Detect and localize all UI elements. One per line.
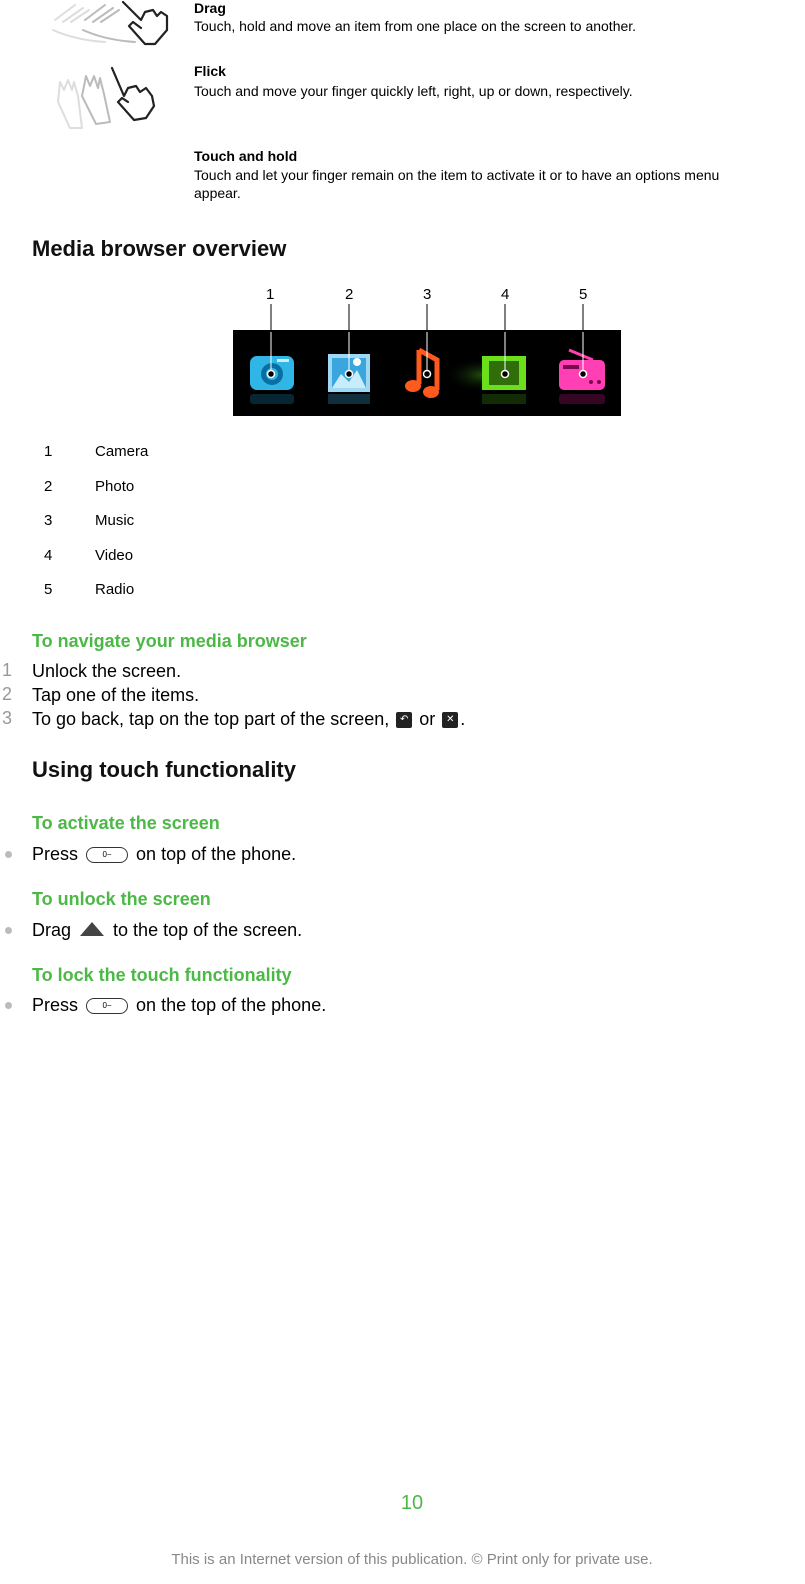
lock-after: on the top of the phone.: [136, 995, 327, 1015]
callout-3: 3: [423, 286, 432, 303]
step-number: 2: [2, 684, 13, 704]
step-text-or: or: [419, 709, 436, 729]
activate-after: on top of the phone.: [136, 844, 297, 864]
lock-key-icon: 0−: [86, 847, 129, 864]
unlock-before: Drag: [32, 920, 72, 940]
step-number: 1: [2, 660, 13, 680]
bullet: [5, 851, 12, 858]
callout-1: 1: [266, 286, 275, 303]
camera-icon[interactable]: [250, 356, 294, 404]
activate-before: Press: [32, 844, 79, 864]
close-icon: ✕: [442, 712, 459, 729]
gesture-desc-flick: Touch and move your finger quickly left,…: [194, 83, 633, 99]
callout-leaders-upper: [270, 304, 584, 332]
drag-hand-icon: [45, 0, 175, 48]
legend-label: Video: [95, 547, 134, 564]
legend-label: Radio: [95, 581, 135, 598]
lock-before: Press: [32, 995, 79, 1015]
legend-num: 3: [44, 512, 53, 529]
step-text: Unlock the screen.: [32, 661, 182, 681]
step-text-after: .: [460, 709, 466, 729]
bullet: [5, 927, 12, 934]
music-icon[interactable]: [405, 347, 440, 398]
legend-num: 4: [44, 547, 53, 564]
step-number: 3: [2, 708, 13, 728]
footer-notice: This is an Internet version of this publ…: [171, 1551, 653, 1568]
gesture-desc-touch-hold-line2: appear.: [194, 185, 241, 201]
video-icon[interactable]: [443, 356, 526, 404]
lock-text: Press 0− on the top of the phone.: [32, 994, 326, 1016]
callout-4: 4: [501, 286, 510, 303]
callout-2: 2: [345, 286, 354, 303]
gesture-title-drag: Drag: [194, 0, 226, 16]
step-text: To go back, tap on the top part of the s…: [32, 708, 465, 730]
gesture-desc-drag: Touch, hold and move an item from one pl…: [194, 18, 637, 34]
bullet: [5, 1002, 12, 1009]
gesture-title-flick: Flick: [194, 63, 226, 79]
lock-heading: To lock the touch functionality: [32, 965, 292, 985]
navigate-heading: To navigate your media browser: [32, 631, 307, 651]
lock-key-icon: 0−: [86, 998, 129, 1015]
page-number: 10: [400, 1492, 424, 1514]
activate-text: Press 0− on top of the phone.: [32, 843, 296, 865]
gesture-desc-touch-hold-line1: Touch and let your finger remain on the …: [194, 167, 720, 183]
unlock-after: to the top of the screen.: [113, 920, 303, 940]
step-text: Tap one of the items.: [32, 685, 200, 705]
media-browser-screenshot: [233, 330, 621, 416]
callout-5: 5: [579, 286, 588, 303]
unlock-text: Drag to the top of the screen.: [32, 919, 302, 941]
legend-num: 2: [44, 478, 53, 495]
flick-hand-icon: [50, 62, 160, 132]
unlock-slider-icon: [80, 922, 105, 937]
legend-label: Camera: [95, 443, 149, 460]
media-overview-heading: Media browser overview: [32, 236, 287, 261]
legend-num: 1: [44, 443, 53, 460]
legend-label: Music: [95, 512, 135, 529]
back-icon: ↶: [396, 712, 413, 729]
touch-heading: Using touch functionality: [32, 757, 296, 782]
gesture-title-touch-hold: Touch and hold: [194, 148, 298, 164]
unlock-heading: To unlock the screen: [32, 889, 211, 909]
activate-heading: To activate the screen: [32, 813, 220, 833]
callout-leaders: [266, 330, 588, 379]
legend-num: 5: [44, 581, 53, 598]
step-text-before: To go back, tap on the top part of the s…: [32, 709, 390, 729]
legend-label: Photo: [95, 478, 135, 495]
